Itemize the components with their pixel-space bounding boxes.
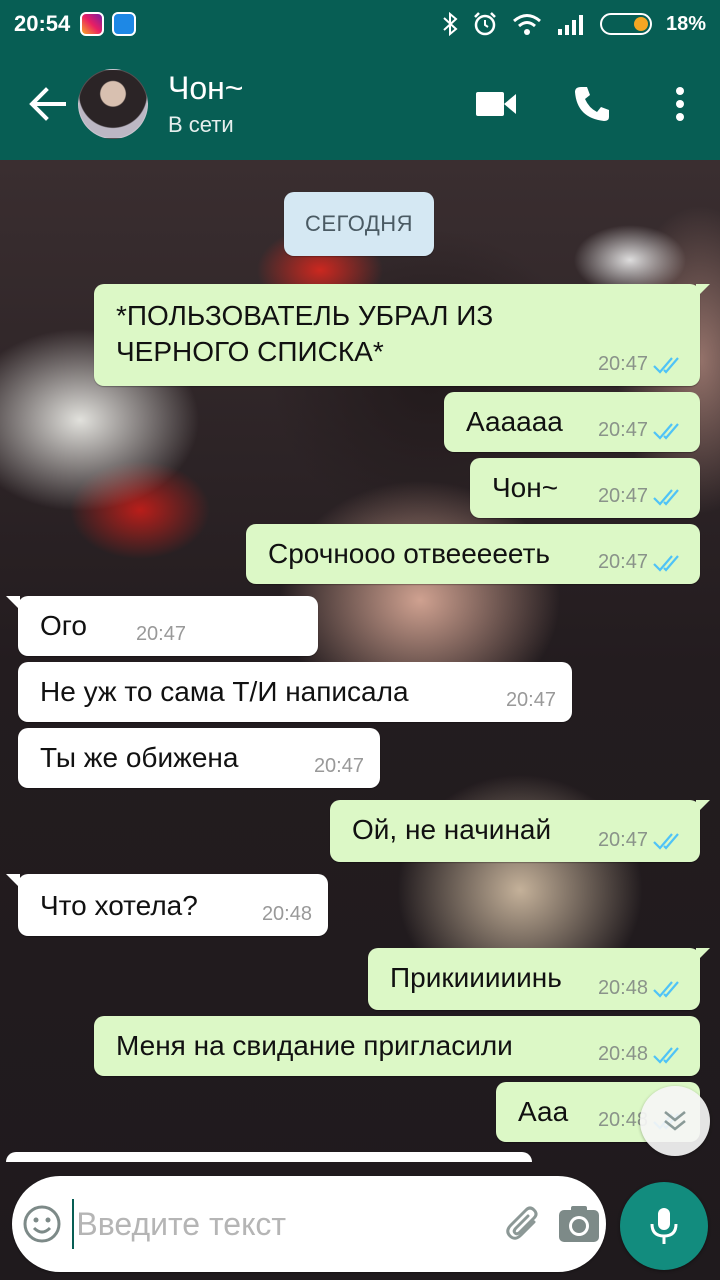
message-composer [12, 1176, 606, 1272]
message-time: 20:48 [597, 977, 648, 999]
message-time: 20:47 [505, 689, 556, 711]
message-outgoing[interactable]: Срочнооо отвеееееть 20:47 [246, 524, 700, 584]
message-text: Меня на свидание пригласили [116, 1030, 513, 1061]
status-bar: 20:54 18% [0, 0, 720, 48]
chat-header: Чон~ В сети [0, 48, 720, 160]
message-incoming-partial [6, 1152, 532, 1162]
contact-info[interactable]: Чон~ В сети [168, 70, 243, 138]
phone-icon [575, 87, 609, 121]
alarm-icon [474, 12, 496, 36]
more-vert-icon [676, 87, 684, 121]
message-text: ЧЕРНОГО СПИСКА* [116, 336, 384, 367]
message-time: 20:47 [597, 353, 648, 375]
files-icon [112, 12, 137, 36]
wifi-icon [513, 14, 541, 35]
contact-name: Чон~ [168, 70, 244, 106]
message-time: 20:47 [597, 551, 648, 573]
message-incoming[interactable]: Не уж то сама Т/И написала 20:47 [18, 662, 572, 722]
read-ticks-icon [653, 980, 679, 998]
message-text: Не уж то сама Т/И написала [40, 676, 409, 707]
read-ticks-icon [653, 1046, 679, 1064]
message-incoming[interactable]: Что хотела? 20:48 [6, 874, 328, 936]
message-incoming[interactable]: Ты же обижена 20:47 [18, 728, 380, 788]
attach-button[interactable] [496, 1176, 551, 1272]
read-ticks-icon [653, 832, 679, 850]
avatar[interactable] [78, 69, 148, 139]
message-text: Что хотела? [40, 890, 198, 921]
message-text: Срочнооо отвеееееть [268, 538, 550, 569]
signal-icon [557, 15, 583, 35]
read-ticks-icon [653, 356, 679, 374]
video-call-button[interactable] [448, 48, 544, 160]
voice-message-button[interactable] [620, 1182, 708, 1270]
date-divider: СЕГОДНЯ [284, 192, 434, 256]
message-text: Ааа [518, 1096, 569, 1127]
message-outgoing[interactable]: Меня на свидание пригласили 20:48 [94, 1016, 700, 1076]
emoji-icon [23, 1205, 61, 1243]
message-outgoing[interactable]: *ПОЛЬЗОВАТЕЛЬ УБРАЛ ИЗ ЧЕРНОГО СПИСКА* 2… [94, 284, 710, 386]
more-options-button[interactable] [640, 48, 720, 160]
message-time: 20:47 [597, 829, 648, 851]
read-ticks-icon [653, 422, 679, 440]
message-text: Аааааа [466, 406, 563, 437]
status-time: 20:54 [14, 11, 71, 36]
text-cursor [72, 1199, 75, 1249]
message-incoming[interactable]: Ого 20:47 [6, 596, 318, 656]
message-time: 20:47 [135, 623, 186, 645]
read-ticks-icon [653, 488, 679, 506]
message-text: Чон~ [492, 472, 559, 503]
paperclip-icon [506, 1206, 538, 1240]
message-outgoing[interactable]: Аааааа 20:47 [444, 392, 700, 452]
message-time: 20:47 [597, 419, 648, 441]
message-text: Ого [40, 610, 87, 641]
message-time: 20:47 [313, 755, 364, 777]
message-outgoing[interactable]: Чон~ 20:47 [470, 458, 700, 518]
voice-call-button[interactable] [544, 48, 640, 160]
read-ticks-icon [653, 554, 679, 572]
message-outgoing[interactable]: Прикииииинь 20:48 [368, 948, 710, 1010]
message-time: 20:47 [597, 485, 648, 507]
scroll-to-bottom-button[interactable] [640, 1086, 710, 1156]
message-text: Ты же обижена [40, 742, 239, 773]
back-arrow-icon [29, 87, 66, 121]
double-chevron-down-icon [664, 1110, 686, 1131]
message-text: Прикииииинь [390, 962, 562, 993]
message-text: Ой, не начинай [352, 814, 552, 845]
battery-percent: 18% [665, 12, 706, 35]
camera-button[interactable] [551, 1176, 606, 1272]
message-outgoing[interactable]: Ой, не начинай 20:47 [330, 800, 710, 862]
message-time: 20:48 [597, 1043, 648, 1065]
video-call-icon [476, 92, 516, 116]
message-text: *ПОЛЬЗОВАТЕЛЬ УБРАЛ ИЗ [116, 300, 494, 331]
back-button[interactable] [12, 48, 84, 160]
camera-icon [558, 1206, 599, 1242]
contact-presence: В сети [168, 112, 234, 137]
microphone-icon [650, 1208, 678, 1244]
instagram-icon [80, 12, 105, 36]
battery-icon [599, 13, 652, 35]
message-input[interactable] [76, 1194, 497, 1254]
bluetooth-icon [443, 12, 458, 36]
emoji-button[interactable] [12, 1176, 72, 1272]
message-time: 20:48 [261, 903, 312, 925]
